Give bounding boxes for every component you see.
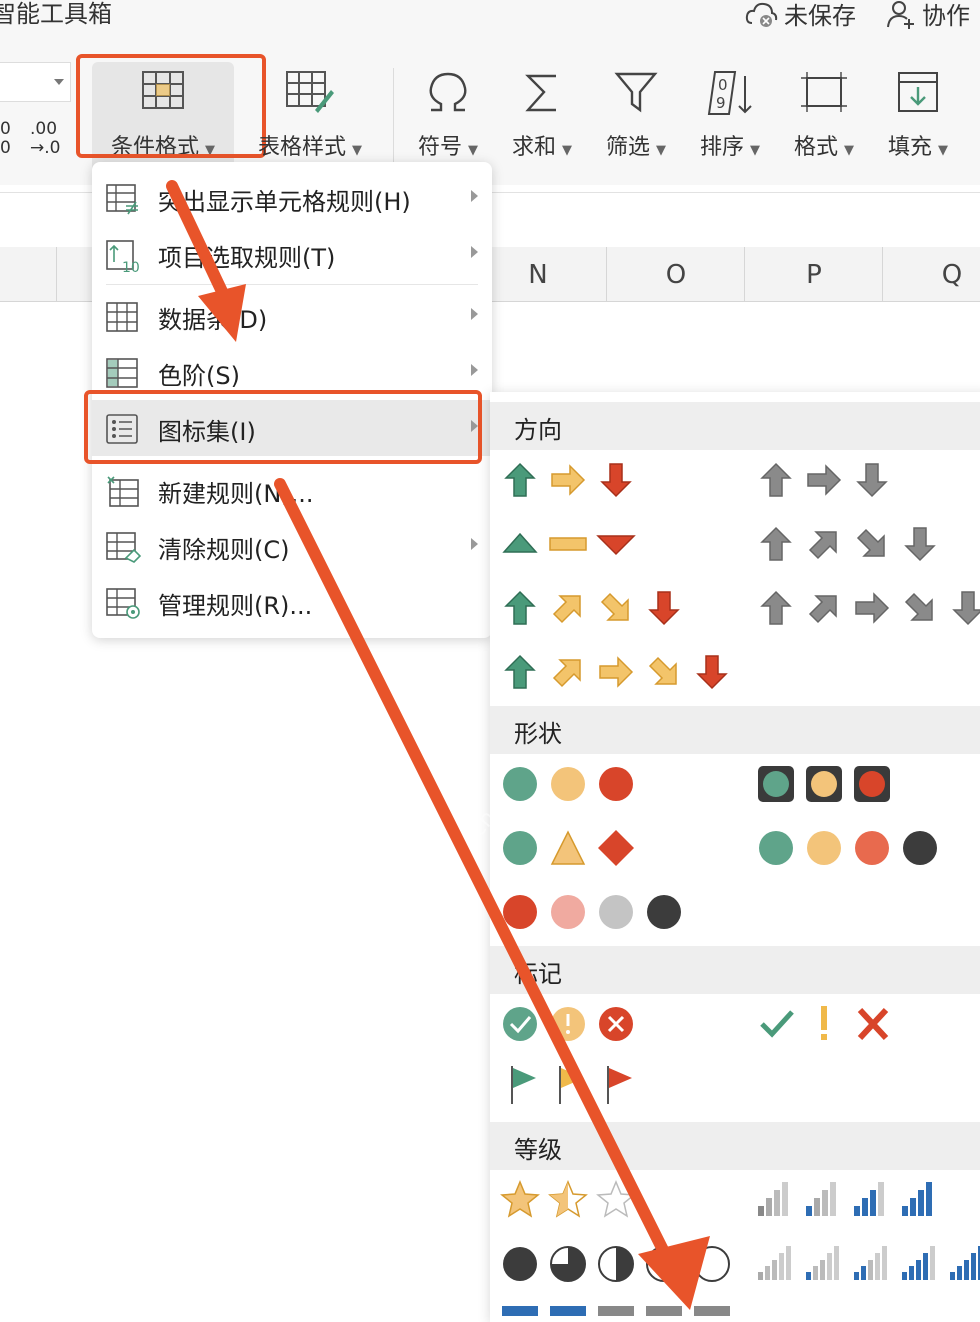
highlight-box-icon-sets [84, 390, 482, 464]
menu-item-clear-rules[interactable]: 清除规则(C) [92, 518, 492, 574]
icon-set-red-to-black[interactable] [503, 895, 681, 929]
table-style-icon [286, 71, 334, 113]
icon-set-5-quarters[interactable] [503, 1246, 730, 1282]
color-scales-icon [106, 358, 138, 388]
icon-set-4-ratings[interactable] [758, 1182, 932, 1216]
svg-text:10: 10 [122, 260, 140, 274]
sort-icon: 09 [707, 71, 752, 115]
icon-set-3-symbols-circled[interactable] [503, 1007, 633, 1041]
manage-rules-icon [106, 588, 140, 619]
svg-text:9: 9 [716, 94, 726, 112]
icon-set-5-ratings[interactable] [758, 1246, 980, 1280]
menu-item-data-bars[interactable]: 数据条(D) [92, 288, 492, 344]
highlight-rules-icon [106, 184, 138, 215]
clear-rules-icon [106, 532, 142, 563]
sort-button[interactable]: 09 排序 ▼ [688, 62, 772, 177]
omega-icon [429, 72, 467, 112]
format-cell-icon [801, 72, 847, 112]
column-header-q[interactable]: Q [882, 247, 980, 301]
increase-decimal-button[interactable]: .00 →.0 [30, 120, 60, 158]
smart-toolbox-tab[interactable]: 智能工具箱 [0, 0, 112, 29]
fill-down-icon [898, 72, 938, 112]
column-header-o[interactable]: O [606, 247, 745, 301]
unsaved-label: 未保存 [784, 2, 856, 30]
data-bars-icon [106, 302, 138, 332]
column-header-p[interactable]: P [744, 247, 883, 301]
icon-set-4-arrows-colored[interactable] [505, 591, 679, 625]
icon-set-3-arrows-colored[interactable] [505, 463, 631, 497]
menu-item-top-bottom-rules[interactable]: 10 项目选取规则(T) [92, 226, 492, 282]
add-user-icon [887, 0, 914, 29]
submenu-arrow-icon [471, 538, 478, 550]
menu-item-highlight-cells-rules[interactable]: 突出显示单元格规则(H) [92, 170, 492, 226]
format-button[interactable]: 格式 ▼ [782, 62, 866, 177]
icon-sets-submenu: 方向 形状 标记 等级 [490, 392, 980, 1322]
submenu-arrow-icon [471, 308, 478, 320]
icon-sets-grid [500, 463, 980, 1316]
toolbar-divider [393, 68, 394, 168]
submenu-arrow-icon [471, 246, 478, 258]
font-size-select[interactable] [0, 62, 71, 102]
fill-button[interactable]: 填充 ▼ [876, 62, 960, 177]
highlight-box-conditional-format [76, 54, 266, 158]
icon-set-3-traffic-lights-rimmed[interactable] [758, 766, 890, 802]
icon-set-3-signs[interactable] [503, 830, 634, 866]
symbol-button[interactable]: 符号 ▼ [406, 62, 490, 177]
menu-item-new-rule[interactable]: 新建规则(N)... [92, 462, 492, 518]
icon-set-4-traffic-lights[interactable] [759, 831, 937, 865]
top-bottom-rules-icon: 10 [106, 240, 140, 274]
sum-button[interactable]: 求和 ▼ [500, 62, 584, 177]
icon-set-boxes-partial[interactable] [502, 1306, 730, 1316]
svg-text:0: 0 [718, 76, 728, 94]
decrease-decimal-button[interactable]: 0 0 [0, 120, 11, 158]
new-rule-icon [107, 476, 139, 507]
icon-set-3-stars[interactable] [500, 1180, 636, 1218]
collab-button[interactable]: 协作 [886, 0, 970, 31]
collab-label: 协作 [922, 2, 970, 30]
icon-set-3-flags[interactable] [511, 1066, 632, 1104]
sigma-icon [525, 74, 556, 112]
table-style-button[interactable]: 表格样式 ▼ [248, 62, 372, 177]
icon-set-3-symbols[interactable] [760, 1006, 889, 1041]
icon-set-3-traffic-lights[interactable] [503, 767, 633, 801]
cloud-icon [745, 2, 778, 27]
filter-button[interactable]: 筛选 ▼ [594, 62, 678, 177]
submenu-arrow-icon [471, 364, 478, 376]
submenu-arrow-icon [471, 190, 478, 202]
chevron-down-icon [54, 79, 64, 85]
icon-set-3-arrows-gray[interactable] [761, 463, 887, 497]
icon-set-4-arrows-gray[interactable] [761, 527, 935, 561]
unsaved-status[interactable]: 未保存 [744, 0, 856, 31]
icon-set-5-arrows-gray[interactable] [761, 591, 980, 625]
icon-set-3-triangles[interactable] [502, 532, 636, 556]
funnel-icon [614, 72, 658, 113]
icon-set-5-arrows-colored[interactable] [505, 655, 727, 689]
menu-item-manage-rules[interactable]: 管理规则(R)... [92, 574, 492, 630]
menu-separator [106, 284, 478, 285]
